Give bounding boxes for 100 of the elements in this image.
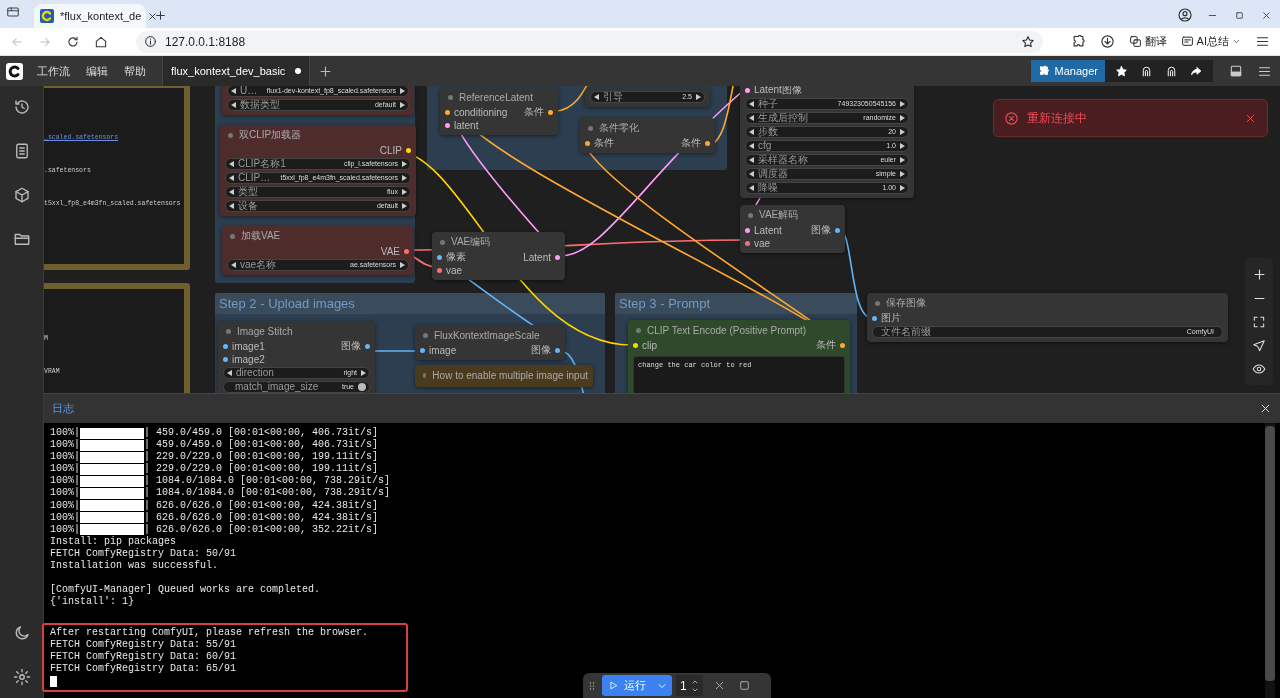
- input-slot-dot[interactable]: [437, 254, 442, 260]
- right-arrow-icon[interactable]: [361, 369, 366, 376]
- toast-message: 重新连接中: [1027, 109, 1088, 127]
- log-tab[interactable]: 日志: [52, 401, 74, 416]
- history-icon[interactable]: [12, 98, 31, 116]
- new-tab-icon[interactable]: [318, 63, 334, 79]
- zoom-in-icon[interactable]: [1251, 266, 1267, 282]
- home-icon[interactable]: [94, 34, 108, 49]
- manager-button[interactable]: Manager: [1030, 60, 1105, 82]
- batch-count-field[interactable]: 1: [676, 675, 703, 696]
- ai-summary-button[interactable]: AI总结: [1180, 34, 1241, 49]
- maximize-icon[interactable]: [1234, 10, 1245, 21]
- fit-view-icon[interactable]: [1252, 315, 1266, 330]
- toggle-knob[interactable]: [358, 382, 366, 391]
- node-title: 保存图像: [886, 296, 926, 310]
- graph-node[interactable]: ReferenceLatent conditioning 条件 latent: [440, 87, 558, 135]
- input-slot-dot[interactable]: [745, 227, 750, 233]
- address-bar[interactable]: 127.0.0.1:8188: [136, 30, 1043, 53]
- terminal-cursor: [50, 675, 57, 687]
- tab-list-icon[interactable]: [6, 4, 20, 19]
- left-arrow-icon[interactable]: [231, 261, 236, 268]
- profile-icon[interactable]: [1177, 7, 1193, 23]
- arch-icon[interactable]: [1165, 64, 1178, 78]
- output-slot-dot[interactable]: [840, 342, 845, 348]
- eye-icon[interactable]: [1252, 362, 1266, 377]
- bookmark-star-icon[interactable]: [1020, 34, 1035, 49]
- output-slot-dot[interactable]: [705, 140, 710, 146]
- menu-icon[interactable]: [1255, 34, 1270, 49]
- input-slot-dot[interactable]: [633, 342, 638, 348]
- menu-item[interactable]: 帮助: [116, 63, 154, 79]
- log-line: 100%|: [50, 451, 80, 463]
- arch-icon[interactable]: [1140, 64, 1153, 78]
- input-slot-dot[interactable]: [745, 240, 750, 246]
- slot-label: Latent: [754, 224, 782, 236]
- input-slot-dot[interactable]: [585, 140, 590, 146]
- log-line: | 626.0/626.0 [00:01<00:00, 424.38it/s]: [144, 511, 379, 524]
- input-slot-dot[interactable]: [745, 87, 750, 93]
- output-slot-dot[interactable]: [406, 147, 411, 153]
- slot-label: CLIP: [379, 144, 402, 156]
- run-button[interactable]: 运行: [602, 675, 652, 696]
- app-logo-icon[interactable]: [6, 62, 23, 80]
- graph-node[interactable]: VAE解码 Latent 图像 vae: [740, 205, 845, 253]
- output-slot-dot[interactable]: [548, 109, 553, 115]
- pointer-icon[interactable]: [1252, 338, 1266, 353]
- input-slot-dot[interactable]: [420, 347, 425, 353]
- graph-node[interactable]: How to enable multiple image input: [415, 365, 593, 387]
- close-icon[interactable]: [1259, 402, 1272, 415]
- output-slot-dot[interactable]: [404, 248, 409, 254]
- output-slot-dot[interactable]: [835, 227, 840, 233]
- input-slot-dot[interactable]: [445, 122, 450, 128]
- stop-icon[interactable]: [737, 679, 751, 692]
- graph-node[interactable]: FluxKontextImageScale image 图像: [415, 325, 565, 360]
- close-icon[interactable]: [1261, 10, 1272, 21]
- extensions-icon[interactable]: [1070, 34, 1086, 49]
- cube-icon[interactable]: [12, 186, 31, 204]
- log-line: 100%|: [50, 475, 80, 487]
- log-line: 100%|: [50, 487, 80, 500]
- app-logo-icon: [40, 9, 54, 23]
- log-line: 100%|: [50, 439, 80, 451]
- left-arrow-icon[interactable]: [594, 93, 599, 100]
- group-title: Step 2 - Upload images: [215, 293, 605, 314]
- node-title: How to enable multiple image input: [432, 369, 588, 381]
- log-line: 100%|: [50, 499, 80, 512]
- menu-item[interactable]: 工作流: [29, 63, 78, 79]
- right-arrow-icon[interactable]: [696, 93, 701, 100]
- input-slot-dot[interactable]: [437, 267, 442, 273]
- settings-icon[interactable]: [12, 668, 31, 686]
- slot-label: 像素: [446, 250, 466, 264]
- output-slot-dot[interactable]: [555, 347, 560, 353]
- share-icon[interactable]: [1190, 64, 1203, 78]
- error-icon: [1004, 110, 1019, 126]
- summary-icon: [1180, 35, 1194, 48]
- right-arrow-icon[interactable]: [400, 261, 405, 268]
- log-line: 100%|: [50, 463, 80, 475]
- log-line: | 1084.0/1084.0 [00:01<00:00, 738.29it/s]: [144, 487, 391, 500]
- puzzle-icon: [1037, 65, 1050, 77]
- download-icon[interactable]: [1099, 34, 1115, 49]
- input-slot-dot[interactable]: [223, 343, 228, 349]
- play-icon: [608, 680, 619, 691]
- node-title: FluxKontextImageScale: [434, 329, 540, 341]
- workflow-tab[interactable]: flux_kontext_dev_basic: [162, 56, 311, 86]
- output-slot-dot[interactable]: [555, 254, 560, 260]
- star-icon[interactable]: [1115, 64, 1128, 78]
- left-arrow-icon[interactable]: [227, 369, 232, 376]
- graph-node[interactable]: VAE编码 像素 Latent vae: [432, 232, 565, 280]
- panel-icon[interactable]: [1229, 63, 1243, 78]
- menu-item[interactable]: 编辑: [78, 63, 116, 79]
- input-slot-dot[interactable]: [445, 109, 450, 115]
- scrollbar-thumb[interactable]: [1265, 426, 1275, 681]
- graph-node[interactable]: 条件零化 条件 条件: [580, 118, 715, 153]
- translate-button[interactable]: 翻译: [1128, 34, 1167, 49]
- output-slot-dot[interactable]: [365, 343, 370, 349]
- node-status-dot: [423, 372, 427, 378]
- input-slot-dot[interactable]: [872, 315, 877, 321]
- new-tab-icon[interactable]: [154, 9, 167, 22]
- info-icon[interactable]: [144, 35, 157, 48]
- close-icon[interactable]: [147, 10, 159, 22]
- reload-icon[interactable]: [66, 34, 80, 49]
- input-slot-dot[interactable]: [223, 356, 228, 362]
- slot-label: image2: [232, 353, 265, 365]
